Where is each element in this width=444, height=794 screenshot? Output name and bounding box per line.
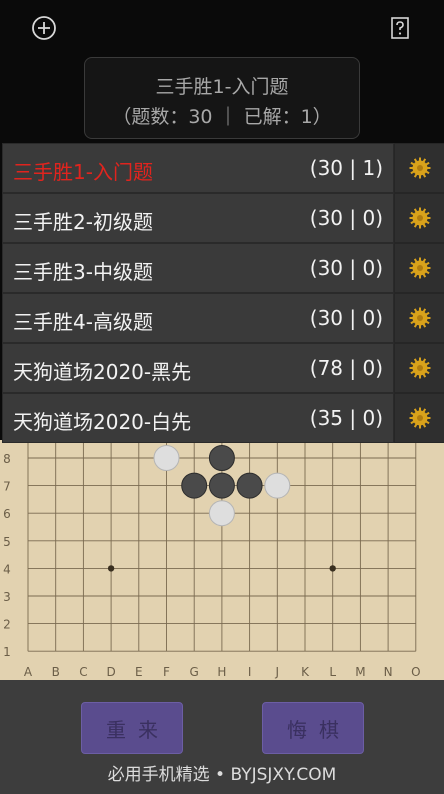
puzzle-set-item-body[interactable]: 三手胜3-中级题 (30 | 0) xyxy=(2,243,394,293)
black-stone xyxy=(181,472,208,499)
gear-icon xyxy=(409,207,430,229)
puzzle-set-count: (78 | 0) xyxy=(309,356,383,380)
star-point xyxy=(107,565,115,572)
settings-button[interactable] xyxy=(394,193,444,243)
puzzle-set-item[interactable]: 三手胜4-高级题 (30 | 0) xyxy=(0,293,444,343)
column-label: B xyxy=(52,665,60,679)
settings-button[interactable] xyxy=(394,293,444,343)
puzzle-set-item-body[interactable]: 三手胜2-初级题 (30 | 0) xyxy=(2,193,394,243)
settings-button[interactable] xyxy=(394,393,444,443)
column-label: H xyxy=(217,665,226,679)
row-label: 1 xyxy=(3,645,11,659)
question-box-icon xyxy=(391,17,409,39)
puzzle-set-item[interactable]: 天狗道场2020-白先 (35 | 0) xyxy=(0,393,444,443)
white-stone xyxy=(153,445,180,471)
star-point xyxy=(329,565,336,572)
column-label: M xyxy=(355,665,365,679)
top-bar xyxy=(0,0,444,58)
column-label: J xyxy=(275,665,280,679)
row-label: 6 xyxy=(3,507,11,521)
puzzle-set-stats: （题数：30 ｜ 已解：1） xyxy=(112,106,332,128)
puzzle-set-item[interactable]: 三手胜1-入门题 (30 | 1) xyxy=(0,143,444,193)
puzzle-set-name: 三手胜2-初级题 xyxy=(13,210,153,234)
puzzle-set-item[interactable]: 天狗道场2020-黑先 (78 | 0) xyxy=(0,343,444,393)
column-label: G xyxy=(190,665,199,679)
puzzle-set-item-body[interactable]: 三手胜1-入门题 (30 | 1) xyxy=(2,143,394,193)
column-label: E xyxy=(135,665,143,679)
undo-button[interactable]: 悔棋 xyxy=(262,702,364,754)
puzzle-set-item-body[interactable]: 天狗道场2020-黑先 (78 | 0) xyxy=(2,343,394,393)
puzzle-set-count: (30 | 0) xyxy=(309,256,383,280)
gear-icon xyxy=(409,357,430,379)
column-label: D xyxy=(106,665,115,679)
white-stone xyxy=(208,500,235,527)
add-button[interactable] xyxy=(30,14,58,42)
puzzle-set-name: 三手胜1-入门题 xyxy=(13,160,153,184)
column-label: F xyxy=(163,665,170,679)
puzzle-set-title-box[interactable]: 三手胜1-入门题 （题数：30 ｜ 已解：1） xyxy=(84,57,360,139)
puzzle-set-item[interactable]: 三手胜2-初级题 (30 | 0) xyxy=(0,193,444,243)
puzzle-set-count: (30 | 0) xyxy=(309,206,383,230)
gear-icon xyxy=(409,307,430,329)
gear-icon xyxy=(409,157,430,179)
white-stone xyxy=(264,472,291,499)
black-stone xyxy=(236,472,263,499)
board-grid[interactable]: 8 7 6 5 4 3 2 1A B C D E F G H I J K L M N O xyxy=(0,440,444,680)
puzzle-set-count: (30 | 0) xyxy=(309,306,383,330)
go-board[interactable]: 8 7 6 5 4 3 2 1A B C D E F G H I J K L M N O xyxy=(0,440,444,680)
column-label: N xyxy=(384,665,393,679)
row-label: 8 xyxy=(3,452,11,466)
column-label: C xyxy=(79,665,87,679)
settings-button[interactable] xyxy=(394,243,444,293)
column-label: O xyxy=(411,665,420,679)
row-label: 2 xyxy=(3,618,11,632)
puzzle-set-count: (30 | 1) xyxy=(309,156,383,180)
plus-circle-icon xyxy=(32,16,56,40)
column-label: I xyxy=(248,665,252,679)
row-label: 7 xyxy=(3,480,11,494)
puzzle-set-name: 天狗道场2020-黑先 xyxy=(13,360,192,384)
watermark-footer: 必用手机精选 • BYJSJXY.COM xyxy=(107,765,337,785)
column-label: K xyxy=(301,665,310,679)
column-label: L xyxy=(329,665,336,679)
help-button[interactable] xyxy=(386,14,414,42)
puzzle-set-title: 三手胜1-入门题 xyxy=(155,76,289,98)
puzzle-set-item[interactable]: 三手胜3-中级题 (30 | 0) xyxy=(0,243,444,293)
puzzle-set-item-body[interactable]: 天狗道场2020-白先 (35 | 0) xyxy=(2,393,394,443)
puzzle-set-name: 天狗道场2020-白先 xyxy=(13,410,192,434)
row-label: 4 xyxy=(3,562,11,576)
row-label: 5 xyxy=(3,535,11,549)
puzzle-set-name: 三手胜4-高级题 xyxy=(13,310,153,334)
row-label: 3 xyxy=(3,590,11,604)
black-stone xyxy=(208,445,235,471)
column-label: A xyxy=(24,665,33,679)
restart-button[interactable]: 重来 xyxy=(81,702,183,754)
puzzle-set-count: (35 | 0) xyxy=(309,406,383,430)
gear-icon xyxy=(409,257,430,279)
settings-button[interactable] xyxy=(394,143,444,193)
black-stone xyxy=(208,472,235,499)
puzzle-set-item-body[interactable]: 三手胜4-高级题 (30 | 0) xyxy=(2,293,394,343)
puzzle-set-name: 三手胜3-中级题 xyxy=(13,260,153,284)
gear-icon xyxy=(409,407,430,429)
settings-button[interactable] xyxy=(394,343,444,393)
